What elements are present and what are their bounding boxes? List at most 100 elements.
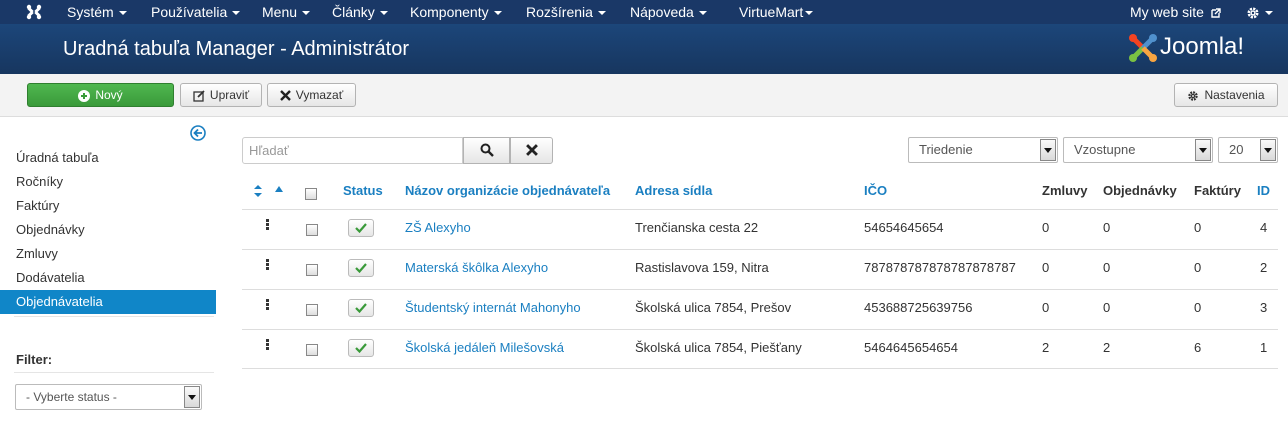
chevron-down-icon [232,11,241,16]
menu-help[interactable]: Nápoveda [630,0,707,24]
toolbar: Nový Upraviť Vymazať Nastavenia [0,74,1288,117]
status-filter-select[interactable]: - Vyberte status - [15,384,202,410]
column-id[interactable]: ID [1257,183,1270,198]
row-contracts: 0 [1042,260,1050,275]
table-row: Školská jedáleň Milešovská Školská ulica… [242,329,1278,369]
column-invoices: Faktúry [1194,183,1241,198]
joomla-icon[interactable] [26,4,42,20]
order-by-select[interactable]: Triedenie [908,137,1058,163]
menu-help-label: Nápoveda [630,4,694,20]
column-status[interactable]: Status [343,183,383,198]
row-name-link[interactable]: Materská škôlka Alexyho [405,260,548,275]
chevron-down-icon [805,11,814,16]
sidebar-item-notice-board[interactable]: Úradná tabuľa [0,146,216,170]
row-contracts: 2 [1042,340,1050,355]
search-button[interactable] [463,137,510,164]
my-web-site-label: My web site [1130,4,1204,20]
row-id: 4 [1260,220,1268,235]
menu-articles-label: Články [332,4,375,20]
sidebar-item-years[interactable]: Ročníky [0,170,216,194]
direction-select[interactable]: Vzostupne [1063,137,1213,163]
row-contracts: 0 [1042,300,1050,315]
row-orders: 0 [1103,300,1111,315]
delete-button-label: Vymazať [295,88,344,102]
sidebar-item-invoices[interactable]: Faktúry [0,194,216,218]
row-invoices: 0 [1194,220,1202,235]
row-invoices: 0 [1194,260,1202,275]
search-icon [480,143,494,157]
edit-button-label: Upraviť [209,88,250,102]
menu-virtuemart[interactable]: VirtueMart [739,0,814,24]
my-web-site-link[interactable]: My web site [1130,0,1221,24]
sort-ordering-icon[interactable] [253,185,263,197]
menu-extensions-label: Rozšírenia [526,4,593,20]
select-all-checkbox[interactable] [305,188,317,200]
row-address: Trenčianska cesta 22 [635,220,759,235]
sort-ascending-icon[interactable] [275,186,283,192]
row-invoices: 0 [1194,300,1202,315]
row-id: 1 [1260,340,1268,355]
chevron-down-icon [1260,139,1276,161]
column-address[interactable]: Adresa sídla [635,183,712,198]
close-icon [525,144,538,156]
menu-system[interactable]: Systém [67,0,127,24]
menu-extensions[interactable]: Rozšírenia [526,0,606,24]
chevron-down-icon [698,11,707,16]
drag-handle-icon[interactable] [266,299,270,311]
menu-articles[interactable]: Články [332,0,388,24]
top-navigation-bar: Systém Používatelia Menu Články Komponen… [0,0,1288,24]
limit-select[interactable]: 20 [1218,137,1278,163]
drag-handle-icon[interactable] [266,219,270,231]
new-button[interactable]: Nový [27,83,174,107]
close-icon [279,90,291,102]
row-orders: 0 [1103,260,1111,275]
column-orders: Objednávky [1103,183,1177,198]
column-ico[interactable]: IČO [864,183,887,198]
sidebar-item-customers[interactable]: Objednávatelia [0,290,216,314]
menu-menus[interactable]: Menu [262,0,311,24]
sidebar-item-suppliers[interactable]: Dodávatelia [0,266,216,290]
row-name-link[interactable]: Študentský internát Mahonyho [405,300,581,315]
row-address: Školská ulica 7854, Prešov [635,300,792,315]
joomla-logo-text: Joomla! [1160,33,1245,60]
status-toggle[interactable] [348,219,374,237]
filter-label: Filter: [16,352,53,367]
delete-button[interactable]: Vymazať [267,83,356,107]
arrow-left-circle-icon[interactable] [190,125,206,141]
gear-icon [1247,7,1259,19]
sidebar-divider [14,372,214,373]
row-checkbox[interactable] [306,224,318,236]
search-input[interactable]: Hľadať [242,137,463,164]
chevron-down-icon [1195,139,1211,161]
menu-system-label: Systém [67,4,114,20]
menu-components[interactable]: Komponenty [410,0,502,24]
status-toggle[interactable] [348,259,374,277]
row-id: 3 [1260,300,1268,315]
row-orders: 2 [1103,340,1111,355]
clear-search-button[interactable] [510,137,553,164]
menu-users[interactable]: Používatelia [151,0,241,24]
chevron-down-icon [118,11,127,16]
row-name-link[interactable]: Školská jedáleň Milešovská [405,340,564,355]
settings-menu[interactable] [1246,0,1273,24]
row-address: Školská ulica 7854, Piešťany [635,340,802,355]
options-button[interactable]: Nastavenia [1174,83,1278,107]
sidebar-item-orders[interactable]: Objednávky [0,218,216,242]
column-name[interactable]: Názov organizácie objednávateľa [405,183,610,198]
status-toggle[interactable] [348,299,374,317]
sidebar-item-contracts[interactable]: Zmluvy [0,242,216,266]
row-checkbox[interactable] [306,304,318,316]
external-link-icon [1211,8,1221,18]
row-name-link[interactable]: ZŠ Alexyho [405,220,471,235]
options-button-label: Nastavenia [1204,88,1265,102]
search-placeholder: Hľadať [249,143,289,158]
edit-button[interactable]: Upraviť [180,83,262,107]
drag-handle-icon[interactable] [266,339,270,351]
status-toggle[interactable] [348,339,374,357]
row-checkbox[interactable] [306,344,318,356]
menu-components-label: Komponenty [410,4,489,20]
sidebar-divider [14,316,214,317]
plus-circle-icon [78,89,91,102]
row-checkbox[interactable] [306,264,318,276]
drag-handle-icon[interactable] [266,259,270,271]
